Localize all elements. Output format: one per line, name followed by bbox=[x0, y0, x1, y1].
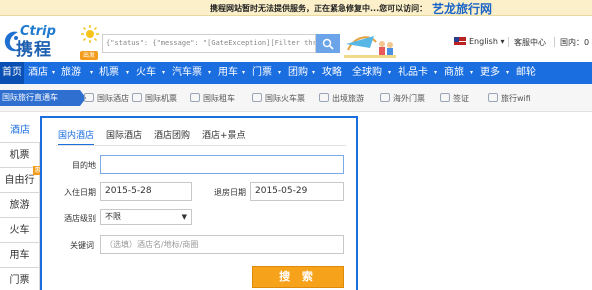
hotline-text: 国内：0 bbox=[560, 38, 590, 47]
nav-flights[interactable]: 机票 bbox=[99, 62, 119, 84]
tab-hotel-group[interactable]: 酒店团购 bbox=[154, 128, 190, 141]
sub-item-intl-car[interactable]: 国际租车 bbox=[190, 93, 235, 104]
chevron-down-icon: ▾ bbox=[208, 69, 212, 76]
tab-domestic-hotel[interactable]: 国内酒店 bbox=[58, 128, 95, 146]
divider bbox=[508, 37, 509, 47]
chevron-down-icon: ▾ bbox=[242, 69, 246, 76]
keyword-label: 关键词 bbox=[70, 241, 94, 250]
main-nav: 首页 酒店 旅游 机票 火车 汽车票 用车 门票 团购 攻略 全球购 礼品卡 商… bbox=[0, 62, 592, 84]
sub-item-intl-train[interactable]: 国际火车票 bbox=[252, 93, 305, 104]
elong-link[interactable]: 艺龙旅行网 bbox=[432, 0, 492, 17]
language-switch[interactable]: English ▾ bbox=[454, 37, 504, 46]
sub-item-wifi[interactable]: 旅行wifi bbox=[488, 93, 531, 104]
side-tab-car[interactable]: 用车 bbox=[0, 243, 40, 268]
sub-item-label: 国际火车票 bbox=[265, 94, 305, 103]
sub-item-intl-hotel[interactable]: 国际酒店 bbox=[84, 93, 129, 104]
divider bbox=[554, 37, 555, 47]
nav-cruise[interactable]: 邮轮 bbox=[516, 62, 536, 84]
nav-group[interactable]: 团购 bbox=[288, 62, 308, 84]
chevron-down-icon: ▾ bbox=[500, 37, 505, 46]
chevron-down-icon: ▾ bbox=[52, 69, 56, 76]
notice-text: 携程网站暂时无法提供服务，正在紧急修复中...您可以访问： bbox=[210, 4, 428, 13]
sub-item-label: 出境旅游 bbox=[332, 94, 364, 103]
side-tab-hotel[interactable]: 酒店 bbox=[0, 118, 40, 143]
destination-label: 目的地 bbox=[72, 161, 96, 170]
side-tab-tickets[interactable]: 门票 bbox=[0, 268, 40, 290]
nav-more[interactable]: 更多 bbox=[480, 62, 500, 84]
train-icon bbox=[252, 93, 262, 102]
plane-icon bbox=[132, 93, 142, 102]
hotel-icon bbox=[84, 93, 94, 102]
chevron-down-icon: ▾ bbox=[312, 69, 316, 76]
checkin-date-input[interactable]: 2015-5-28 bbox=[100, 182, 192, 201]
keyword-input[interactable]: （选填）酒店名/地标/商圈 bbox=[100, 235, 344, 254]
sub-item-label: 海外门票 bbox=[393, 94, 425, 103]
notice-bar: 携程网站暂时无法提供服务，正在紧急修复中...您可以访问： 艺龙旅行网 bbox=[0, 0, 592, 16]
nav-global-shop[interactable]: 全球购 bbox=[352, 62, 382, 84]
nav-guide[interactable]: 攻略 bbox=[322, 62, 342, 84]
global-search-button[interactable] bbox=[316, 34, 340, 53]
nav-bus[interactable]: 汽车票 bbox=[172, 62, 202, 84]
chevron-down-icon: ▾ bbox=[90, 69, 94, 76]
hotel-level-label: 酒店级别 bbox=[64, 214, 96, 223]
nav-gift-card[interactable]: 礼品卡 bbox=[398, 62, 428, 84]
sub-item-label: 国际租车 bbox=[203, 94, 235, 103]
sun-icon bbox=[81, 25, 99, 43]
sub-nav: 国际旅行直通车 国际酒店 国际机票 国际租车 国际火车票 出境旅游 海外门票 签… bbox=[0, 84, 592, 112]
hotel-level-select[interactable]: 不限 ▼ bbox=[100, 209, 192, 225]
sub-item-overseas-tickets[interactable]: 海外门票 bbox=[380, 93, 425, 104]
chevron-down-icon: ▾ bbox=[388, 69, 392, 76]
hotel-level-value: 不限 bbox=[105, 212, 121, 221]
beach-illustration-icon bbox=[344, 36, 396, 58]
sub-item-visa[interactable]: 签证 bbox=[440, 93, 469, 104]
caret-down-icon: ▼ bbox=[181, 213, 187, 221]
sub-item-intl-flight[interactable]: 国际机票 bbox=[132, 93, 177, 104]
car-icon bbox=[190, 93, 200, 102]
language-label: English bbox=[469, 37, 498, 46]
hotel-search-button[interactable]: 搜 索 bbox=[252, 266, 344, 288]
sub-item-label: 签证 bbox=[453, 94, 469, 103]
nav-hotel[interactable]: 酒店 bbox=[28, 62, 48, 84]
nav-home[interactable]: 首页 bbox=[0, 62, 24, 84]
service-center-link[interactable]: 客服中心 bbox=[514, 37, 546, 48]
us-flag-icon bbox=[454, 37, 466, 45]
sub-item-label: 国际酒店 bbox=[97, 94, 129, 103]
tab-intl-hotel[interactable]: 国际酒店 bbox=[106, 128, 142, 141]
nav-travel[interactable]: 旅游 bbox=[61, 62, 81, 84]
destination-input[interactable] bbox=[100, 155, 344, 174]
side-tab-train[interactable]: 火车 bbox=[0, 218, 40, 243]
side-tab-flight[interactable]: 机票 bbox=[0, 143, 40, 168]
ctrip-logo[interactable]: Ctrip 携程 bbox=[2, 24, 78, 60]
chevron-down-icon: ▾ bbox=[506, 69, 510, 76]
nav-tickets[interactable]: 门票 bbox=[252, 62, 272, 84]
chevron-down-icon: ▾ bbox=[126, 69, 130, 76]
checkin-label: 入住日期 bbox=[64, 188, 96, 197]
sub-item-label: 国际机票 bbox=[145, 94, 177, 103]
global-search-input[interactable]: {"status": {"message": "[GateException][… bbox=[102, 34, 316, 53]
intl-direct-label[interactable]: 国际旅行直通车 bbox=[0, 90, 86, 106]
suitcase-icon bbox=[319, 93, 329, 102]
side-tab-tour[interactable]: 旅游 bbox=[0, 193, 40, 218]
wifi-icon bbox=[488, 93, 498, 102]
logo-text-cn: 携程 bbox=[16, 40, 52, 60]
tab-divider bbox=[56, 145, 346, 146]
nav-business[interactable]: 商旅 bbox=[444, 62, 464, 84]
ticket-icon bbox=[380, 93, 390, 102]
nav-car[interactable]: 用车 bbox=[218, 62, 238, 84]
visa-icon bbox=[440, 93, 450, 102]
chevron-down-icon: ▾ bbox=[278, 69, 282, 76]
sub-item-label: 旅行wifi bbox=[501, 94, 531, 103]
chevron-down-icon: ▾ bbox=[162, 69, 166, 76]
sub-item-outbound-tour[interactable]: 出境旅游 bbox=[319, 93, 364, 104]
checkout-label: 退房日期 bbox=[214, 188, 246, 197]
chevron-down-icon: ▾ bbox=[434, 69, 438, 76]
chevron-down-icon: ▾ bbox=[470, 69, 474, 76]
badge: 出发 bbox=[80, 51, 98, 60]
hotel-search-panel: 国内酒店 国际酒店 酒店团购 酒店+景点 目的地 入住日期 2015-5-28 … bbox=[40, 116, 358, 290]
tab-hotel-scenic[interactable]: 酒店+景点 bbox=[202, 128, 246, 141]
checkout-date-input[interactable]: 2015-05-29 bbox=[250, 182, 344, 201]
search-icon bbox=[322, 38, 334, 50]
nav-train[interactable]: 火车 bbox=[136, 62, 156, 84]
